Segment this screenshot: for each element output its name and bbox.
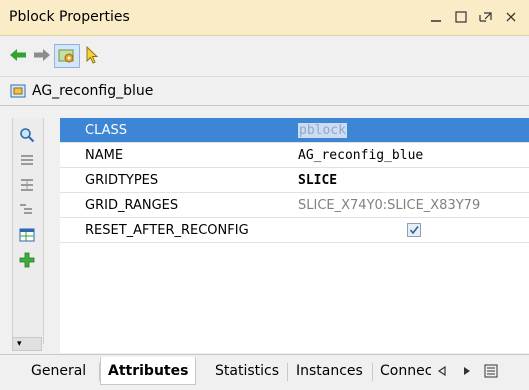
property-value: AG_reconfig_blue [298,148,424,163]
tab-instances[interactable]: Instances [289,357,370,385]
tab-bar: General Attributes Statistics Instances … [0,354,529,390]
close-icon [506,12,516,22]
property-key: GRID_RANGES [85,198,179,213]
property-row-class[interactable]: CLASS pblock [60,118,529,143]
float-icon [479,12,492,22]
collapse-all-icon [21,155,33,165]
forward-arrow-icon [34,49,50,61]
scroll-tabs-left-button[interactable] [437,365,447,381]
object-name: AG_reconfig_blue [32,83,154,99]
scroll-tabs-right-button[interactable] [462,365,472,381]
property-key: RESET_AFTER_RECONFIG [85,223,249,238]
table-icon [19,228,35,242]
property-value: SLICE_X74Y0:SLICE_X83Y79 [298,198,481,213]
object-header: AG_reconfig_blue [0,76,529,106]
auto-update-button[interactable] [54,44,80,68]
tab-separator [287,363,288,381]
minimize-icon [431,20,441,22]
collapse-all-button[interactable] [17,150,37,170]
tab-list-icon [484,364,498,378]
property-key: CLASS [85,123,128,138]
forward-button[interactable] [30,44,54,66]
property-value: pblock [298,123,347,138]
search-button[interactable] [17,125,37,145]
group-by-icon [20,204,32,214]
table-empty-area [60,243,529,353]
search-icon [20,128,35,143]
property-row-grid-ranges[interactable]: GRID_RANGES SLICE_X74Y0:SLICE_X83Y79 [60,193,529,218]
tab-general[interactable]: General [24,357,93,385]
minimize-button[interactable] [426,6,446,28]
cursor-pointer-icon [86,46,99,64]
checkmark-icon [409,226,419,235]
tab-attributes[interactable]: Attributes [100,357,197,385]
tab-list-button[interactable] [484,364,498,382]
window-title: Pblock Properties [9,9,130,25]
properties-gear-icon [58,49,74,63]
back-arrow-icon [10,49,26,61]
float-button[interactable] [476,6,496,28]
table-view-button[interactable] [17,225,37,245]
expand-all-button[interactable] [17,175,37,195]
side-toolbar-overflow[interactable]: ▾ [12,337,42,351]
left-arrow-icon [437,365,446,377]
property-row-name[interactable]: NAME AG_reconfig_blue [60,143,529,168]
add-property-button[interactable] [17,250,37,270]
reset-after-reconfig-checkbox[interactable] [407,223,421,237]
tab-statistics[interactable]: Statistics [208,357,286,385]
plus-icon [19,252,35,268]
property-value: SLICE [298,173,338,188]
property-key: GRIDTYPES [85,173,159,188]
maximize-button[interactable] [451,6,471,28]
back-button[interactable] [6,44,30,66]
title-bar: Pblock Properties [0,0,529,36]
maximize-icon [455,11,467,23]
close-button[interactable] [501,6,521,28]
tab-connectivity[interactable]: Connectiv [373,357,431,385]
expand-all-icon [21,179,33,191]
right-arrow-icon [464,367,470,375]
property-key: NAME [85,148,124,163]
pblock-icon [10,84,26,102]
group-by-button[interactable] [17,200,37,220]
overflow-icon: ▾ [17,339,22,349]
toolbar [0,36,529,76]
property-row-reset-after-reconfig[interactable]: RESET_AFTER_RECONFIG [60,218,529,243]
property-row-gridtypes[interactable]: GRIDTYPES SLICE [60,168,529,193]
select-pointer-button[interactable] [80,44,104,66]
